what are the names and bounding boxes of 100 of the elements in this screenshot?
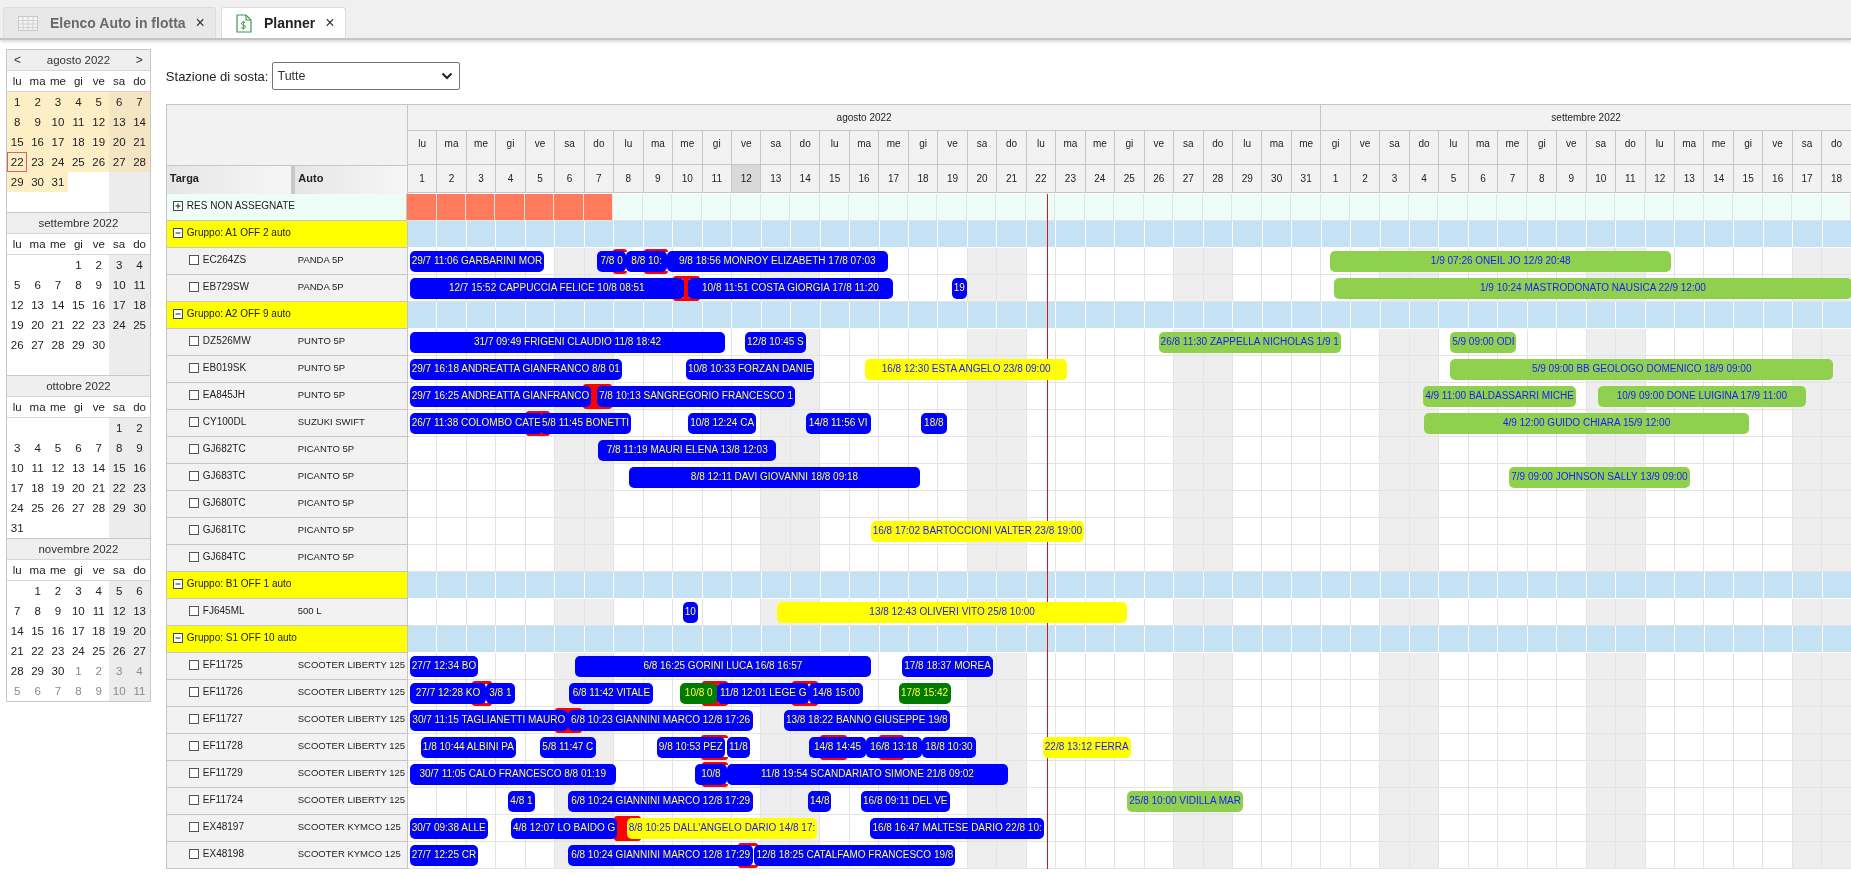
calendar-day[interactable]: 7 <box>7 601 28 621</box>
booking-bar[interactable]: 14/8 <box>808 791 832 812</box>
booking-bar[interactable]: 17/8 15:42 <box>898 683 951 704</box>
calendar-day[interactable]: 22 <box>27 641 48 661</box>
booking-bar[interactable]: 22/8 13:12 FERRA <box>1042 737 1131 758</box>
group-header[interactable]: Gruppo: A2 OFF 9 auto <box>166 302 408 329</box>
calendar-day[interactable]: 5 <box>7 275 28 295</box>
booking-bar[interactable]: 25/8 10:00 VIDILLA MAR <box>1127 791 1243 812</box>
calendar-day[interactable]: 24 <box>47 152 69 172</box>
tab[interactable]: Planner × <box>220 7 346 38</box>
calendar-day[interactable]: 12 <box>47 458 69 478</box>
booking-bar[interactable]: 3/8 1 <box>486 683 515 704</box>
calendar-day[interactable]: 1 <box>68 661 89 681</box>
booking-bar[interactable]: 12/7 15:52 CAPPUCCIA FELICE 10/8 08:51 <box>409 278 684 299</box>
calendar-day[interactable]: 6 <box>27 275 48 295</box>
booking-bar[interactable]: 5/8 11:47 C <box>540 737 596 758</box>
close-button[interactable]: × <box>325 14 335 32</box>
booking-bar[interactable]: 30/7 11:15 TAGLIANETTI MAURO <box>409 710 568 731</box>
day-header[interactable]: 9 <box>643 165 674 193</box>
calendar-day[interactable]: 8 <box>108 438 130 458</box>
calendar-day[interactable]: 14 <box>7 621 28 641</box>
day-header[interactable]: 8 <box>1527 165 1558 193</box>
next-month-link[interactable]: > <box>135 53 143 67</box>
day-header[interactable]: 1 <box>1321 165 1351 193</box>
calendar-day[interactable]: 9 <box>27 112 48 132</box>
booking-bar[interactable]: 16/8 09:11 DEL VE <box>861 791 950 812</box>
day-header[interactable]: 22 <box>1026 165 1057 193</box>
close-button[interactable]: × <box>195 14 205 32</box>
calendar-day[interactable]: 5 <box>7 681 28 701</box>
day-header[interactable]: 15 <box>1733 165 1764 193</box>
calendar-day[interactable]: 3 <box>7 438 28 458</box>
calendar-day[interactable]: 4 <box>88 581 109 601</box>
calendar-day[interactable]: 17 <box>68 621 89 641</box>
booking-bar[interactable]: 10/8 <box>695 764 727 785</box>
calendar-day[interactable]: 1 <box>68 255 89 275</box>
day-header[interactable]: 31 <box>1291 165 1322 193</box>
day-header[interactable]: 6 <box>555 165 585 193</box>
day-header[interactable]: 2 <box>1350 165 1381 193</box>
calendar-day[interactable]: 26 <box>7 335 28 355</box>
day-header[interactable]: 18 <box>908 165 939 193</box>
calendar-day[interactable]: 27 <box>68 498 89 518</box>
day-header[interactable]: 18 <box>1822 165 1851 193</box>
calendar-day[interactable]: 16 <box>88 295 109 315</box>
booking-bar[interactable]: 7/8 10:13 SANGREGORIO FRANCESCO 1 <box>597 386 795 407</box>
calendar-day[interactable]: 10 <box>68 601 89 621</box>
calendar-day[interactable]: 22 <box>108 478 130 498</box>
calendar-day[interactable]: 7 <box>129 92 150 112</box>
day-header[interactable]: 29 <box>1232 165 1263 193</box>
booking-bar[interactable]: 1/9 10:24 MASTRODONATO NAUSICA 22/9 12:00 <box>1334 278 1851 299</box>
booking-bar[interactable]: 8/8 10:25 DALL'ANGELO DARIO 14/8 17: <box>626 818 818 839</box>
group-header[interactable]: Gruppo: A1 OFF 2 auto <box>166 221 408 248</box>
unassigned-header[interactable]: RES NON ASSEGNATE <box>166 194 408 221</box>
day-header[interactable]: 9 <box>1557 165 1587 193</box>
calendar-day[interactable]: 10 <box>108 275 130 295</box>
calendar-day[interactable]: 11 <box>68 112 89 132</box>
calendar-day[interactable]: 15 <box>68 295 89 315</box>
booking-bar[interactable]: 18/8 <box>920 413 947 434</box>
checkbox[interactable] <box>188 390 199 400</box>
booking-bar[interactable]: 12/8 10:45 S <box>745 332 806 353</box>
calendar-day[interactable]: 23 <box>129 478 150 498</box>
calendar-day[interactable]: 16 <box>27 132 48 152</box>
calendar-day[interactable]: 6 <box>27 681 48 701</box>
day-header[interactable]: 28 <box>1203 165 1233 193</box>
checkbox[interactable] <box>188 498 199 508</box>
collapse-icon[interactable] <box>172 309 183 319</box>
calendar-day[interactable]: 20 <box>129 621 150 641</box>
calendar-day[interactable]: 28 <box>88 498 109 518</box>
calendar-day[interactable]: 6 <box>68 438 89 458</box>
calendar-day[interactable]: 29 <box>27 661 48 681</box>
checkbox[interactable] <box>188 768 199 778</box>
calendar-day[interactable]: 18 <box>68 132 89 152</box>
station-select[interactable]: Tutte <box>272 62 461 90</box>
calendar-day[interactable]: 1 <box>27 581 48 601</box>
day-header[interactable]: 14 <box>1704 165 1734 193</box>
booking-bar[interactable]: 17/8 18:37 MOREA <box>902 656 993 677</box>
column-header[interactable]: Auto <box>295 166 407 194</box>
calendar-day[interactable]: 12 <box>108 601 130 621</box>
checkbox[interactable] <box>188 444 199 454</box>
calendar-day[interactable]: 16 <box>47 621 69 641</box>
calendar-day[interactable]: 8 <box>68 275 89 295</box>
booking-bar[interactable]: 8/8 12:11 DAVI GIOVANNI 18/8 09:18 <box>628 467 921 488</box>
calendar-day[interactable]: 29 <box>68 335 89 355</box>
booking-bar[interactable]: 26/7 11:38 COLOMBO CATE <box>409 413 543 434</box>
booking-bar[interactable]: 16/8 16:47 MALTESE DARIO 22/8 10: <box>870 818 1044 839</box>
calendar-day[interactable]: 7 <box>47 681 69 701</box>
booking-bar[interactable]: 6/8 11:42 VITALE <box>569 683 654 704</box>
calendar-day[interactable]: 20 <box>68 478 89 498</box>
booking-bar[interactable]: 31/7 09:49 FRIGENI CLAUDIO 11/8 18:42 <box>409 332 726 353</box>
calendar-day[interactable]: 25 <box>129 315 150 335</box>
day-header[interactable]: 10 <box>1586 165 1617 193</box>
calendar-day[interactable]: 3 <box>108 255 130 275</box>
checkbox[interactable] <box>188 687 199 697</box>
day-header[interactable]: 16 <box>1763 165 1793 193</box>
group-header[interactable]: Gruppo: S1 OFF 10 auto <box>166 626 408 653</box>
day-header[interactable]: 20 <box>967 165 998 193</box>
calendar-day[interactable]: 2 <box>88 255 109 275</box>
collapse-icon[interactable] <box>172 579 183 589</box>
calendar-day[interactable]: 11 <box>88 601 109 621</box>
day-header[interactable]: 15 <box>820 165 850 193</box>
booking-bar[interactable]: 18/8 10:30 <box>921 737 977 758</box>
